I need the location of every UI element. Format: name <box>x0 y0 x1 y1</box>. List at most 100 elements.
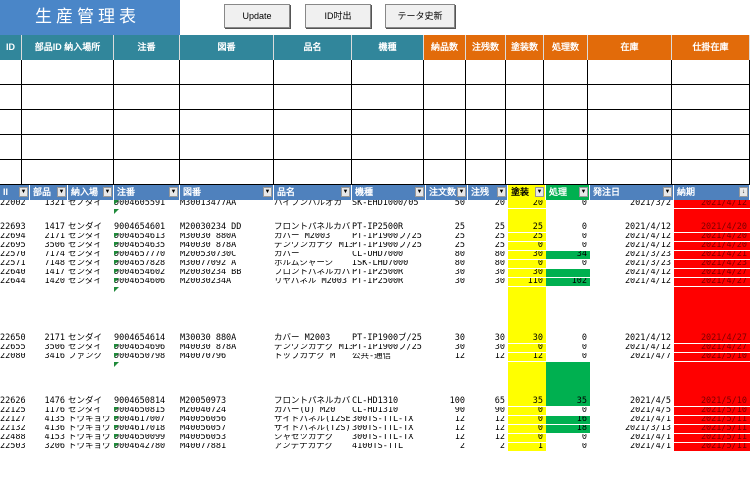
cell-id[interactable]: 22132 <box>0 425 30 433</box>
cell-part[interactable]: 2171 <box>30 233 68 241</box>
cell-place[interactable]: トウキョウ <box>68 425 114 433</box>
filter-dropdown-icon[interactable]: ▼ <box>103 187 112 197</box>
cell-date[interactable]: 2021/4/1 <box>590 416 674 424</box>
cell-model[interactable]: PT-IP1900ブ/25 <box>352 233 426 241</box>
col-proc-header[interactable]: 処理 ▼ <box>546 185 590 200</box>
table-row[interactable]: 22655 3506 センダイ 9004654696 M40030 878A デンワンカナ… <box>0 344 750 352</box>
input-row[interactable] <box>0 160 750 185</box>
cell-model[interactable]: CL-HD1310 <box>352 362 426 406</box>
filter-dropdown-icon[interactable]: ▼ <box>19 187 28 197</box>
cell-place[interactable]: センダイ <box>68 260 114 268</box>
cell-date[interactable]: 2021/3/13 <box>590 425 674 433</box>
cell-paint[interactable]: 110 <box>508 278 546 286</box>
cell-order[interactable]: 9004654614 <box>114 287 180 343</box>
id-output-button[interactable]: ID吋出 <box>305 4 371 28</box>
cell-order[interactable]: 9004650814 <box>114 362 180 406</box>
cell-proc[interactable]: 0 <box>546 200 590 208</box>
cell-place[interactable]: トウキョウ <box>68 434 114 442</box>
table-row[interactable]: 22644 1420 センダイ 9004654606 M20030234A リヤパネル M… <box>0 278 750 286</box>
cell-name[interactable]: ホルムシャーシ <box>274 260 352 268</box>
cell-id[interactable]: 22655 <box>0 344 30 352</box>
cell-place[interactable]: セノダイ <box>68 200 114 208</box>
cell-order[interactable]: 9004654696 <box>114 344 180 352</box>
cell-id[interactable]: 22002 <box>0 200 30 208</box>
cell-date[interactable]: 2021/4/12 <box>590 209 674 232</box>
cell-order[interactable]: 9004654602 <box>114 269 180 277</box>
cell-model[interactable]: PT-IP1900ブ/25 <box>352 287 426 343</box>
cell-paint[interactable]: 25 <box>508 233 546 241</box>
cell-proc[interactable]: 34 <box>546 251 590 259</box>
cell-date[interactable]: 2021/4/12 <box>590 278 674 286</box>
cell-place[interactable]: センダイ <box>68 362 114 406</box>
cell-model[interactable]: 300TS-TTL-TX <box>352 425 426 433</box>
cell-rem[interactable]: 2 <box>468 443 508 451</box>
cell-model[interactable]: PT-IP1900ブ/25 <box>352 344 426 352</box>
filter-dropdown-icon[interactable]: ▼ <box>497 187 506 197</box>
cell-paint[interactable]: 20 <box>508 200 546 208</box>
cell-part[interactable]: 3206 <box>30 443 68 451</box>
cell-rem[interactable]: 80 <box>468 251 508 259</box>
cell-place[interactable]: トウキョウ <box>68 416 114 424</box>
cell-part[interactable]: 3506 <box>30 242 68 250</box>
cell-date[interactable]: 2021/4/1 <box>590 443 674 451</box>
cell-paint[interactable]: 12 <box>508 353 546 361</box>
cell-model[interactable]: SK-EHD1000/05 <box>352 200 426 208</box>
cell-qty[interactable]: 30 <box>426 287 468 343</box>
cell-paint[interactable]: 0 <box>508 434 546 442</box>
col-order-header[interactable]: 注番 ▼ <box>114 185 180 200</box>
cell-qty[interactable]: 80 <box>426 251 468 259</box>
cell-qty[interactable]: 80 <box>426 260 468 268</box>
input-row[interactable] <box>0 110 750 135</box>
cell-part[interactable]: 1176 <box>30 407 68 415</box>
cell-model[interactable]: 公共-通信 <box>352 353 426 361</box>
cell-model[interactable]: 4100TS-TTL <box>352 443 426 451</box>
table-row[interactable]: 22571 7148 センダイ 9004657828 M30077092 A ホルムシャー… <box>0 260 750 268</box>
cell-date[interactable]: 2021/4/12 <box>590 344 674 352</box>
cell-proc[interactable]: 0 <box>546 209 590 232</box>
cell-order[interactable]: 9004617007 <box>114 416 180 424</box>
cell-qty[interactable]: 90 <box>426 407 468 415</box>
cell-place[interactable]: センダイ <box>68 407 114 415</box>
cell-rem[interactable]: 12 <box>468 434 508 442</box>
cell-place[interactable]: センダイ <box>68 242 114 250</box>
cell-part[interactable]: 3506 <box>30 344 68 352</box>
cell-drawing[interactable]: M40030 878A <box>180 344 274 352</box>
cell-qty[interactable]: 25 <box>426 233 468 241</box>
cell-name[interactable]: ハイフンハルオカ <box>274 200 352 208</box>
cell-date[interactable]: 2021/3/23 <box>590 260 674 268</box>
table-row[interactable]: 22503 3206 トウキョウ 9004642780 M40077881 アンテナカナグ… <box>0 443 750 451</box>
cell-model[interactable]: PT-IP1900ブ/25 <box>352 242 426 250</box>
cell-name[interactable]: デンワンカナグ M13 <box>274 344 352 352</box>
cell-proc[interactable]: 0 <box>546 233 590 241</box>
cell-drawing[interactable]: M200530730C <box>180 251 274 259</box>
cell-id[interactable]: 22650 <box>0 287 30 343</box>
cell-rem[interactable]: 12 <box>468 353 508 361</box>
cell-order[interactable]: 9004657828 <box>114 260 180 268</box>
cell-part[interactable]: 4135 <box>30 416 68 424</box>
table-row[interactable]: 22570 7174 センダイ 9004657770 M200530730C カバー CL… <box>0 251 750 259</box>
cell-order[interactable]: 9004654601 <box>114 209 180 232</box>
cell-name[interactable]: カバー(U) M20 <box>274 407 352 415</box>
col-model-header[interactable]: 機種 ▼ <box>352 185 426 200</box>
cell-rem[interactable]: 20 <box>468 200 508 208</box>
cell-drawing[interactable]: M20030234 DD <box>180 209 274 232</box>
cell-drawing[interactable]: M20030234 BB <box>180 269 274 277</box>
cell-order[interactable]: 9004605591 <box>114 200 180 208</box>
cell-qty[interactable]: 30 <box>426 269 468 277</box>
cell-rem[interactable]: 30 <box>468 344 508 352</box>
col-drawing-header[interactable]: 図番 ▼ <box>180 185 274 200</box>
cell-model[interactable]: ISK-LHD7000 <box>352 260 426 268</box>
cell-drawing[interactable]: M30030 880A <box>180 233 274 241</box>
cell-place[interactable]: センダイ <box>68 344 114 352</box>
cell-name[interactable]: カバー M2003 <box>274 287 352 343</box>
cell-part[interactable]: 1420 <box>30 278 68 286</box>
cell-id[interactable]: 22694 <box>0 233 30 241</box>
cell-due[interactable]: 2021/4/20 <box>674 233 750 241</box>
col-remaining-header[interactable]: 注残 ▼ <box>468 185 508 200</box>
cell-paint[interactable]: 0 <box>508 344 546 352</box>
cell-model[interactable]: CL-UHD7000 <box>352 251 426 259</box>
cell-date[interactable]: 2021/4/5 <box>590 362 674 406</box>
col-part-header[interactable]: 部品 ▼ <box>30 185 68 200</box>
cell-proc[interactable]: 16 <box>546 416 590 424</box>
cell-proc[interactable]: 0 <box>546 287 590 343</box>
